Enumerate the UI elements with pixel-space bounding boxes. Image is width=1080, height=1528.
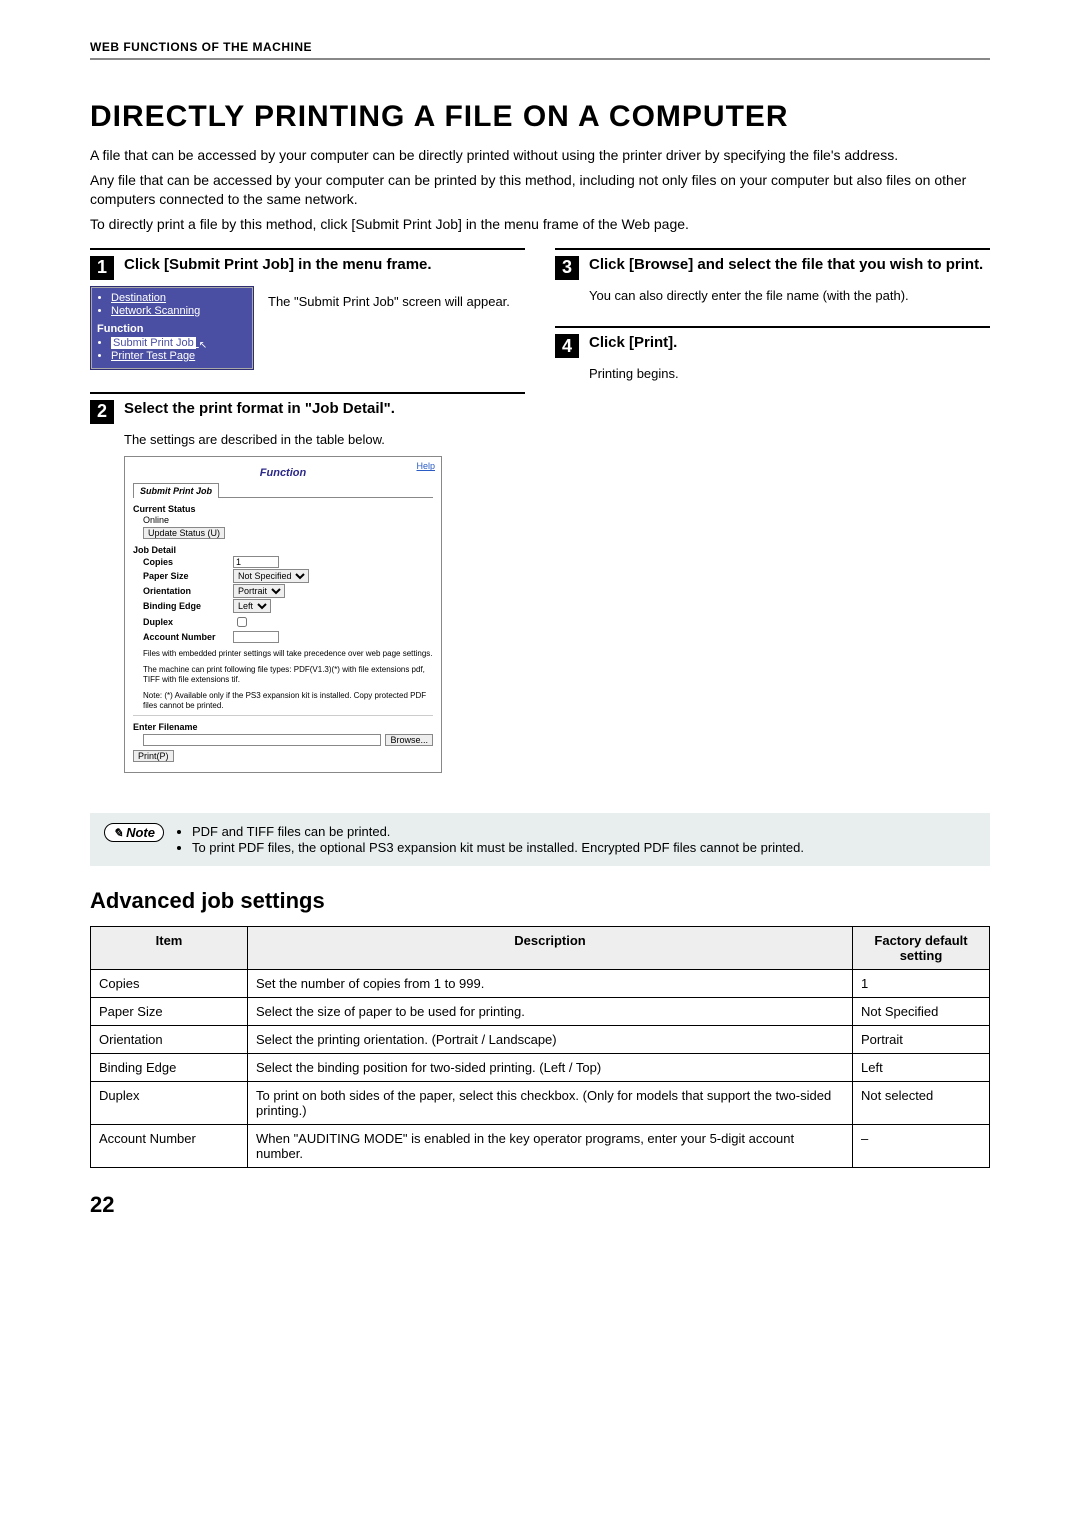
paper-size-select[interactable]: Not Specified: [233, 569, 309, 583]
submit-print-job-form-screenshot: Help Function Submit Print Job Current S…: [124, 456, 442, 773]
cell-default: Not Specified: [853, 998, 990, 1026]
th-item: Item: [91, 927, 248, 970]
page-title: DIRECTLY PRINTING A FILE ON A COMPUTER: [90, 100, 990, 134]
note-badge-label: Note: [126, 825, 155, 840]
account-number-label: Account Number: [143, 632, 233, 642]
advanced-heading: Advanced job settings: [90, 888, 990, 914]
step-3-body: You can also directly enter the file nam…: [589, 288, 990, 305]
cell-default: –: [853, 1125, 990, 1168]
cell-desc: To print on both sides of the paper, sel…: [248, 1082, 853, 1125]
table-row: Binding Edge Select the binding position…: [91, 1054, 990, 1082]
step-2: 2 Select the print format in "Job Detail…: [90, 392, 525, 774]
filename-input[interactable]: [143, 734, 381, 746]
intro-block: A file that can be accessed by your comp…: [90, 146, 990, 234]
cell-default: Left: [853, 1054, 990, 1082]
cell-item: Orientation: [91, 1026, 248, 1054]
cell-desc: Select the size of paper to be used for …: [248, 998, 853, 1026]
orientation-label: Orientation: [143, 586, 233, 596]
form-note-1: Files with embedded printer settings wil…: [143, 649, 433, 659]
menu-submit-print-job[interactable]: Submit Print Job ↖: [111, 337, 247, 349]
cell-desc: Select the binding position for two-side…: [248, 1054, 853, 1082]
step-2-title: Select the print format in "Job Detail".: [124, 400, 395, 419]
cell-default: 1: [853, 970, 990, 998]
cell-item: Duplex: [91, 1082, 248, 1125]
cell-item: Account Number: [91, 1125, 248, 1168]
step-4-title: Click [Print].: [589, 334, 677, 353]
menu-destination[interactable]: Destination: [111, 292, 247, 304]
cell-default: Portrait: [853, 1026, 990, 1054]
account-number-input[interactable]: [233, 631, 279, 643]
table-row: Orientation Select the printing orientat…: [91, 1026, 990, 1054]
step-3-number: 3: [555, 256, 579, 280]
step-1: 1 Click [Submit Print Job] in the menu f…: [90, 248, 525, 370]
menu-printer-test-page[interactable]: Printer Test Page: [111, 350, 247, 362]
form-note-3: Note: (*) Available only if the PS3 expa…: [143, 691, 433, 711]
step-4: 4 Click [Print]. Printing begins.: [555, 326, 990, 383]
note-li-1: PDF and TIFF files can be printed.: [192, 824, 804, 839]
step-4-number: 4: [555, 334, 579, 358]
cell-item: Binding Edge: [91, 1054, 248, 1082]
current-status-value: Online: [143, 515, 233, 525]
step-1-number: 1: [90, 256, 114, 280]
binding-edge-label: Binding Edge: [143, 601, 233, 611]
menu-submit-print-job-label: Submit Print Job: [111, 337, 196, 349]
intro-p1: A file that can be accessed by your comp…: [90, 146, 990, 165]
th-description: Description: [248, 927, 853, 970]
orientation-select[interactable]: Portrait: [233, 584, 285, 598]
menu-frame-screenshot: Destination Network Scanning Function Su…: [90, 286, 254, 370]
duplex-checkbox[interactable]: [237, 617, 247, 627]
cursor-icon: ↖: [199, 340, 207, 351]
note-callout: ✎ Note PDF and TIFF files can be printed…: [90, 813, 990, 866]
step-2-number: 2: [90, 400, 114, 424]
job-detail-label: Job Detail: [133, 545, 433, 555]
page-number: 22: [90, 1192, 990, 1218]
cell-default: Not selected: [853, 1082, 990, 1125]
note-text: PDF and TIFF files can be printed. To pr…: [176, 823, 804, 856]
binding-edge-select[interactable]: Left: [233, 599, 271, 613]
paper-size-label: Paper Size: [143, 571, 233, 581]
step-4-body: Printing begins.: [589, 366, 990, 383]
form-tab: Submit Print Job: [133, 483, 219, 498]
intro-p2: Any file that can be accessed by your co…: [90, 171, 990, 209]
pen-icon: ✎: [113, 826, 123, 840]
step-3-title: Click [Browse] and select the file that …: [589, 256, 983, 275]
duplex-label: Duplex: [143, 617, 233, 627]
copies-input[interactable]: [233, 556, 279, 568]
browse-button[interactable]: Browse...: [385, 734, 433, 746]
menu-network-scanning[interactable]: Network Scanning: [111, 305, 247, 317]
cell-item: Copies: [91, 970, 248, 998]
th-default: Factory default setting: [853, 927, 990, 970]
table-row: Copies Set the number of copies from 1 t…: [91, 970, 990, 998]
menu-function-label: Function: [97, 323, 247, 335]
enter-filename-label: Enter Filename: [133, 722, 433, 732]
current-status-label: Current Status: [133, 504, 433, 514]
copies-label: Copies: [143, 557, 233, 567]
form-note-2: The machine can print following file typ…: [143, 665, 433, 685]
note-li-2: To print PDF files, the optional PS3 exp…: [192, 840, 804, 855]
update-status-button[interactable]: Update Status (U): [143, 527, 225, 539]
running-head: WEB FUNCTIONS OF THE MACHINE: [90, 40, 990, 60]
table-row: Duplex To print on both sides of the pap…: [91, 1082, 990, 1125]
cell-desc: When "AUDITING MODE" is enabled in the k…: [248, 1125, 853, 1168]
table-row: Paper Size Select the size of paper to b…: [91, 998, 990, 1026]
note-badge: ✎ Note: [104, 823, 164, 842]
step-1-body: The "Submit Print Job" screen will appea…: [268, 294, 510, 311]
cell-desc: Select the printing orientation. (Portra…: [248, 1026, 853, 1054]
help-link[interactable]: Help: [416, 461, 435, 471]
settings-table: Item Description Factory default setting…: [90, 926, 990, 1168]
table-row: Account Number When "AUDITING MODE" is e…: [91, 1125, 990, 1168]
step-2-body: The settings are described in the table …: [124, 432, 525, 449]
step-1-title: Click [Submit Print Job] in the menu fra…: [124, 256, 432, 275]
step-3: 3 Click [Browse] and select the file tha…: [555, 248, 990, 305]
cell-item: Paper Size: [91, 998, 248, 1026]
print-button[interactable]: Print(P): [133, 750, 174, 762]
intro-p3: To directly print a file by this method,…: [90, 215, 990, 234]
form-function-title: Function: [133, 467, 433, 479]
cell-desc: Set the number of copies from 1 to 999.: [248, 970, 853, 998]
